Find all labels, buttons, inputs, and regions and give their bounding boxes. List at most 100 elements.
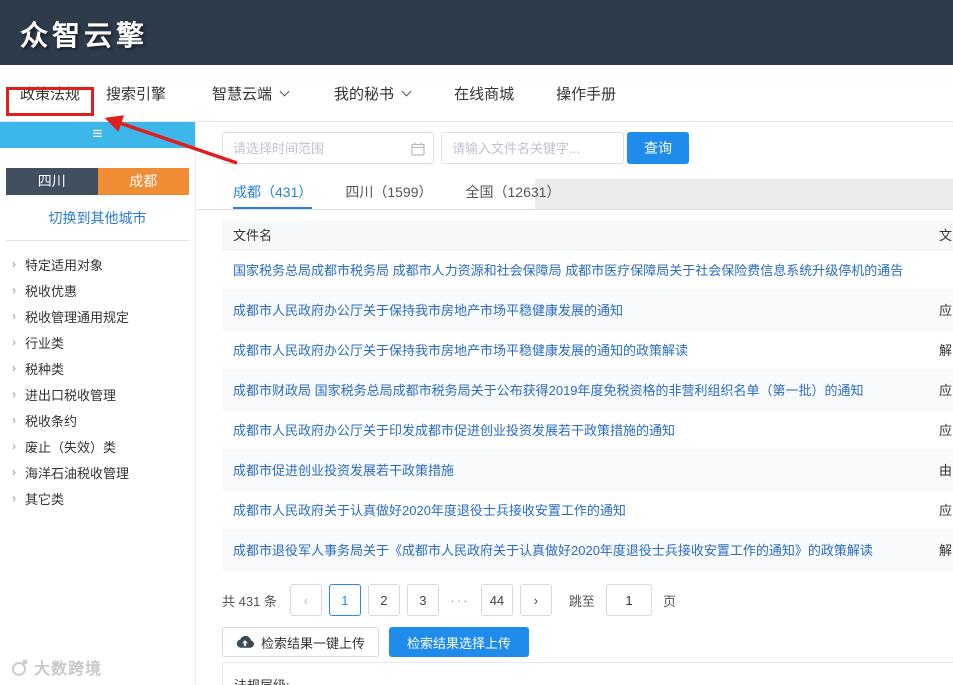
page-jump-input[interactable] xyxy=(605,584,652,616)
pagination-ellipsis[interactable]: ··· xyxy=(446,593,474,608)
table-header-row: 文件名 文 xyxy=(222,220,953,250)
file-type-cell: 应 xyxy=(939,303,953,318)
app-logo: 众智云擎 xyxy=(20,20,149,51)
hamburger-menu-icon: ≡ xyxy=(92,124,103,143)
sidebar-item-tax-treaty[interactable]: › 税收条约 xyxy=(0,407,195,433)
watermark: 大数跨境 xyxy=(8,655,102,679)
select-upload-button[interactable]: 检索结果选择上传 xyxy=(389,627,530,657)
sidebar-item-label: 行业类 xyxy=(25,335,65,351)
sidebar-item-label: 进出口税收管理 xyxy=(25,387,117,403)
nav-item-manual[interactable]: 操作手册 xyxy=(556,83,616,104)
date-range-input[interactable] xyxy=(223,133,433,163)
region-tab-chengdu[interactable]: 成都 xyxy=(97,168,189,195)
date-range-picker[interactable] xyxy=(222,132,434,164)
file-link[interactable]: 成都市人民政府办公厅关于保持我市房地产市场平稳健康发展的通知 xyxy=(233,303,623,318)
results-table: 文件名 文 国家税务总局成都市税务局 成都市人力资源和社会保障局 成都市医疗保障… xyxy=(222,220,953,570)
region-tab-sichuan[interactable]: 四川 xyxy=(6,168,98,195)
column-header-filename: 文件名 xyxy=(233,228,273,243)
page-button-3[interactable]: 3 xyxy=(406,584,439,616)
law-level-label: 法规层级: xyxy=(234,678,290,685)
sidebar-item-industry[interactable]: › 行业类 xyxy=(0,329,195,355)
sidebar-item-label: 其它类 xyxy=(25,491,65,507)
file-name-cell: 成都市人民政府关于认真做好2020年度退役士兵接收安置工作的通知 xyxy=(222,500,927,519)
table-row[interactable]: 成都市人民政府办公厅关于保持我市房地产市场平稳健康发展的通知 应 xyxy=(222,290,953,330)
region-result-tabs: 成都（431） 四川（1599） 全国（12631） xyxy=(197,179,953,210)
file-name-cell: 成都市人民政府办公厅关于保持我市房地产市场平稳健康发展的通知的政策解读 xyxy=(222,340,927,359)
sidebar-collapse-button[interactable]: ≡ xyxy=(0,122,195,148)
chevron-right-icon: › xyxy=(12,413,16,427)
keyword-search-input[interactable] xyxy=(441,132,624,164)
table-row[interactable]: 成都市促进创业投资发展若干政策措施 由 xyxy=(222,450,953,490)
chevron-down-icon xyxy=(279,86,290,96)
sidebar-item-label: 特定适用对象 xyxy=(25,257,104,273)
sidebar-item-abolished[interactable]: › 废止（失效）类 xyxy=(0,433,195,459)
tab-chengdu[interactable]: 成都（431） xyxy=(233,178,313,209)
table-row[interactable]: 成都市人民政府办公厅关于保持我市房地产市场平稳健康发展的通知的政策解读 解 xyxy=(222,330,953,370)
page-button-1[interactable]: 1 xyxy=(328,584,361,616)
next-page-button[interactable]: › xyxy=(519,584,552,616)
file-link[interactable]: 成都市促进创业投资发展若干政策措施 xyxy=(233,463,454,478)
query-button[interactable]: 查询 xyxy=(627,132,689,164)
file-link[interactable]: 成都市人民政府办公厅关于保持我市房地产市场平稳健康发展的通知的政策解读 xyxy=(233,343,688,358)
page-button-2[interactable]: 2 xyxy=(367,584,400,616)
law-level-section: 法规层级: xyxy=(222,662,953,685)
watermark-text: 大数跨境 xyxy=(34,661,103,678)
table-row[interactable]: 成都市退役军人事务局关于《成都市人民政府关于认真做好2020年度退役士兵接收安置… xyxy=(222,530,953,570)
switch-city-link[interactable]: 切换到其他城市 xyxy=(0,208,195,228)
page-button-44[interactable]: 44 xyxy=(480,584,513,616)
file-link[interactable]: 国家税务总局成都市税务局 成都市人力资源和社会保障局 成都市医疗保障局关于社会保… xyxy=(233,263,903,278)
chevron-right-icon: › xyxy=(12,491,16,505)
file-link[interactable]: 成都市人民政府关于认真做好2020年度退役士兵接收安置工作的通知 xyxy=(233,503,626,518)
file-type-cell: 解 xyxy=(939,343,953,358)
column-header-type: 文 xyxy=(939,228,953,243)
sidebar-item-other[interactable]: › 其它类 xyxy=(0,485,195,511)
main-content: 查询 成都（431） 四川（1599） 全国（12631） 文件名 文 国家税务… xyxy=(197,122,953,685)
sidebar-item-offshore-oil[interactable]: › 海洋石油税收管理 xyxy=(0,459,195,485)
table-row[interactable]: 成都市财政局 国家税务总局成都市税务局关于公布获得2019年度免税资格的非营利组… xyxy=(222,370,953,410)
chevron-right-icon: › xyxy=(533,592,539,608)
tab-national[interactable]: 全国（12631） xyxy=(466,178,561,209)
file-name-cell: 成都市人民政府办公厅关于印发成都市促进创业投资发展若干政策措施的通知 xyxy=(222,420,927,439)
upload-actions: 检索结果一键上传 检索结果选择上传 xyxy=(222,627,530,657)
table-row[interactable]: 成都市人民政府办公厅关于印发成都市促进创业投资发展若干政策措施的通知 应 xyxy=(222,410,953,450)
nav-item-label: 政策法规 xyxy=(20,85,81,103)
page-unit-label: 页 xyxy=(662,593,676,609)
sidebar-item-import-export[interactable]: › 进出口税收管理 xyxy=(0,381,195,407)
file-type-cell: 应 xyxy=(939,423,953,438)
sidebar-item-label: 税收优惠 xyxy=(25,283,78,299)
chevron-right-icon: › xyxy=(12,309,16,323)
sidebar-item-specific-targets[interactable]: › 特定适用对象 xyxy=(0,251,195,277)
nav-item-my-secretary[interactable]: 我的秘书 xyxy=(334,83,412,104)
nav-item-search-engine[interactable]: 搜索引擎 xyxy=(106,83,166,104)
watermark-logo-icon xyxy=(12,659,28,676)
nav-item-label: 搜索引擎 xyxy=(106,85,167,103)
nav-item-smart-cloud[interactable]: 智慧云端 xyxy=(212,83,290,104)
one-click-upload-button[interactable]: 检索结果一键上传 xyxy=(222,627,380,657)
calendar-icon xyxy=(411,142,425,156)
chevron-right-icon: › xyxy=(12,257,16,271)
main-nav: 政策法规 搜索引擎 智慧云端 我的秘书 在线商城 操作手册 xyxy=(0,65,953,122)
table-row[interactable]: 成都市人民政府关于认真做好2020年度退役士兵接收安置工作的通知 应 xyxy=(222,490,953,530)
pagination: 共 431 条 ‹ 1 2 3 ··· 44 › 跳至 页 xyxy=(222,584,676,616)
file-link[interactable]: 成都市退役军人事务局关于《成都市人民政府关于认真做好2020年度退役士兵接收安置… xyxy=(233,543,873,558)
sidebar-item-label: 税收条约 xyxy=(25,413,78,429)
nav-item-online-mall[interactable]: 在线商城 xyxy=(454,83,514,104)
file-link[interactable]: 成都市财政局 国家税务总局成都市税务局关于公布获得2019年度免税资格的非营利组… xyxy=(233,383,864,398)
app-header: 众智云擎 xyxy=(0,0,953,65)
region-tabs: 四川 成都 xyxy=(6,168,189,195)
sidebar-item-tax-type[interactable]: › 税种类 xyxy=(0,355,195,381)
prev-page-button[interactable]: ‹ xyxy=(289,584,322,616)
category-menu: › 特定适用对象 › 税收优惠 › 税收管理通用规定 › 行业类 › 税种类 ›… xyxy=(0,241,195,511)
sidebar-item-label: 税种类 xyxy=(25,361,65,377)
cloud-upload-icon xyxy=(236,635,254,648)
nav-item-policy[interactable]: 政策法规 xyxy=(20,83,80,104)
sidebar-item-tax-admin-rules[interactable]: › 税收管理通用规定 xyxy=(0,303,195,329)
sidebar-item-tax-preference[interactable]: › 税收优惠 xyxy=(0,277,195,303)
file-link[interactable]: 成都市人民政府办公厅关于印发成都市促进创业投资发展若干政策措施的通知 xyxy=(233,423,675,438)
file-name-cell: 成都市人民政府办公厅关于保持我市房地产市场平稳健康发展的通知 xyxy=(222,300,927,319)
nav-item-label: 我的秘书 xyxy=(334,85,395,103)
tab-sichuan[interactable]: 四川（1599） xyxy=(345,178,432,209)
chevron-right-icon: › xyxy=(12,361,16,375)
table-row[interactable]: 国家税务总局成都市税务局 成都市人力资源和社会保障局 成都市医疗保障局关于社会保… xyxy=(222,250,953,290)
file-name-cell: 成都市财政局 国家税务总局成都市税务局关于公布获得2019年度免税资格的非营利组… xyxy=(222,380,927,399)
